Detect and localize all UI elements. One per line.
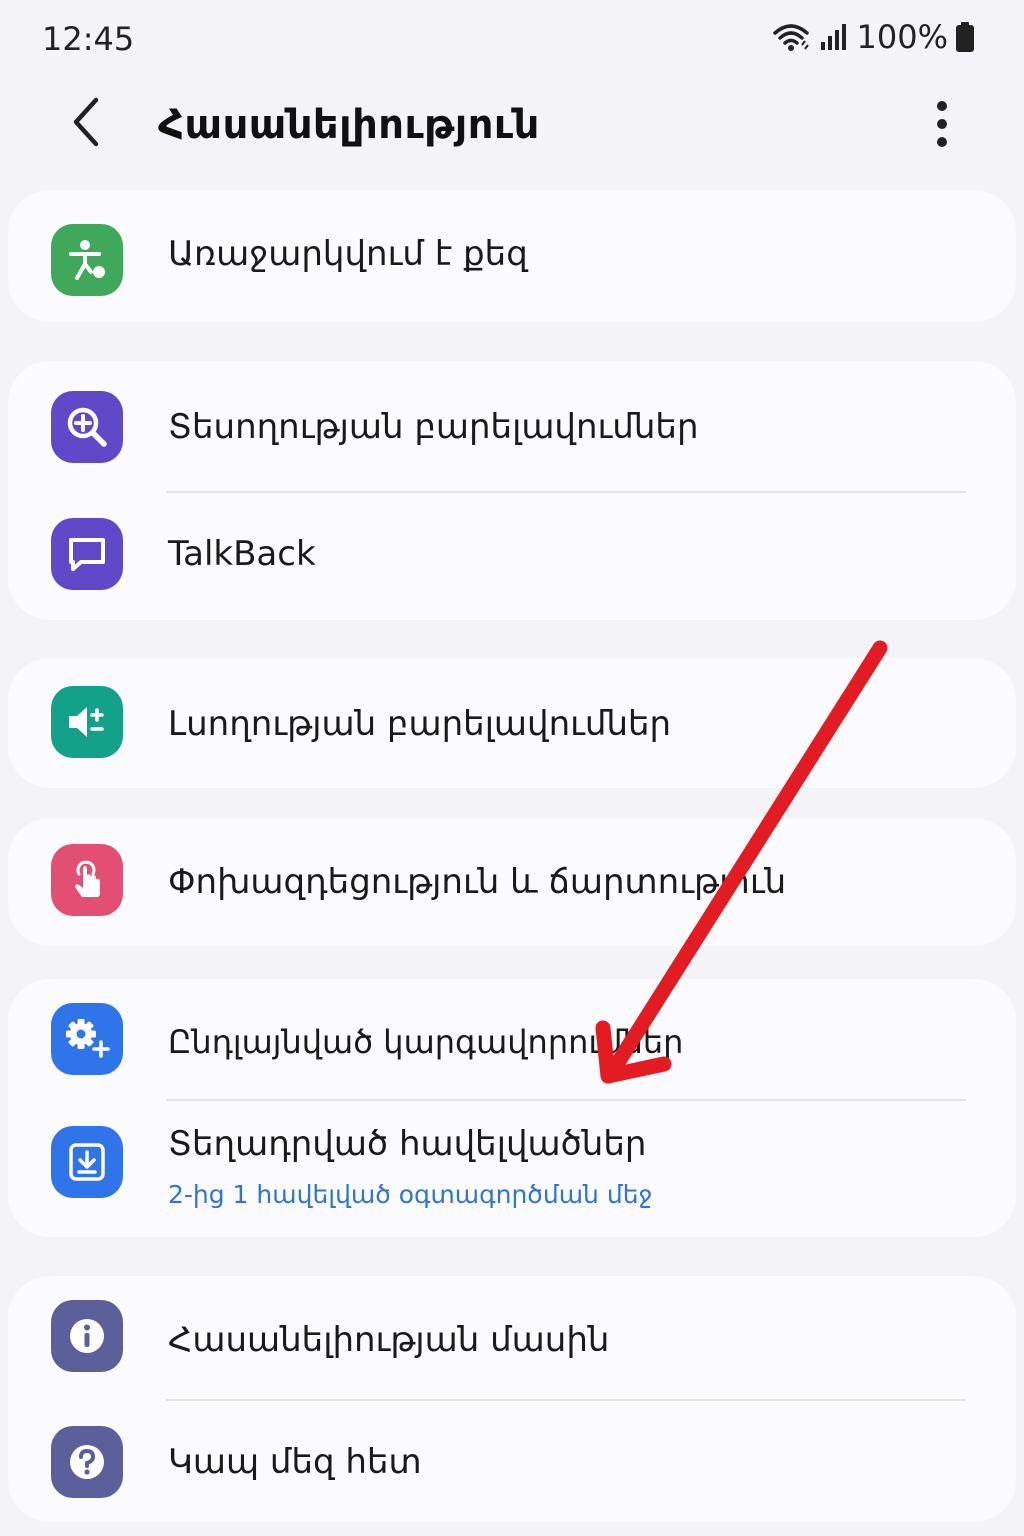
setting-label: Տեղադրված հավելվածներ [168,1124,647,1164]
touch-hand-icon [51,844,123,916]
more-vertical-icon [936,100,948,152]
status-indicators: 100% [771,18,974,56]
setting-label: TalkBack [168,534,316,574]
back-arrow-icon [68,96,104,152]
battery-percent: 100% [856,18,948,56]
volume-plus-minus-icon [51,686,123,758]
setting-label: Առաջարկվում է քեզ [168,234,528,274]
setting-recommended-for-you[interactable]: Առաջարկվում է քեզ [8,190,1016,322]
signal-icon [819,22,849,52]
setting-label: Կապ մեզ հետ [168,1442,422,1482]
setting-visibility-enhancements[interactable]: Տեսողության բարելավումներ [8,361,1016,491]
page-title: Հասանելիություն [158,102,540,148]
settings-group-advanced: Ընդլայնված կարգավորումներ Տեղադրված հավե… [8,979,1016,1237]
settings-group-hearing: Լսողության բարելավումներ [8,658,1016,788]
download-icon [51,1126,123,1198]
settings-group-recommended: Առաջարկվում է քեզ [8,190,1016,322]
setting-contact-us[interactable]: Կապ մեզ հետ [8,1400,1016,1522]
settings-group-vision: Տեսողության բարելավումներ TalkBack [8,361,1016,620]
accessibility-person-icon [51,224,123,296]
setting-talkback[interactable]: TalkBack [8,492,1016,620]
setting-about-accessibility[interactable]: Հասանելիության մասին [8,1276,1016,1399]
more-options-button[interactable] [920,94,964,158]
setting-sublabel: 2-ից 1 հավելված օգտագործման մեջ [168,1180,653,1209]
setting-label: Ընդլայնված կարգավորումներ [168,1023,684,1061]
gear-plus-icon [51,1003,123,1075]
app-bar: Հասանելիություն [0,80,1024,176]
setting-hearing-enhancements[interactable]: Լսողության բարելավումներ [8,658,1016,788]
status-time: 12:45 [42,20,135,58]
setting-label: Փոխազդեցություն և ճարտություն [168,862,787,902]
setting-label: Հասանելիության մասին [168,1320,610,1360]
help-question-icon [51,1426,123,1498]
setting-label: Լսողության բարելավումներ [168,704,672,744]
chat-bubble-icon [51,518,123,590]
battery-icon [956,22,974,52]
settings-group-about: Հասանելիության մասին Կապ մեզ հետ [8,1276,1016,1522]
back-button[interactable] [56,94,116,154]
setting-label: Տեսողության բարելավումներ [168,407,699,447]
zoom-in-icon [51,391,123,463]
status-bar: 12:45 100% [0,0,1024,80]
setting-interaction-dexterity[interactable]: Փոխազդեցություն և ճարտություն [8,818,1016,946]
wifi-icon [771,21,811,53]
setting-installed-apps[interactable]: Տեղադրված հավելվածներ 2-ից 1 հավելված օգ… [8,1100,1016,1237]
settings-group-interaction: Փոխազդեցություն և ճարտություն [8,818,1016,946]
setting-advanced-settings[interactable]: Ընդլայնված կարգավորումներ [8,979,1016,1099]
info-icon [51,1300,123,1372]
